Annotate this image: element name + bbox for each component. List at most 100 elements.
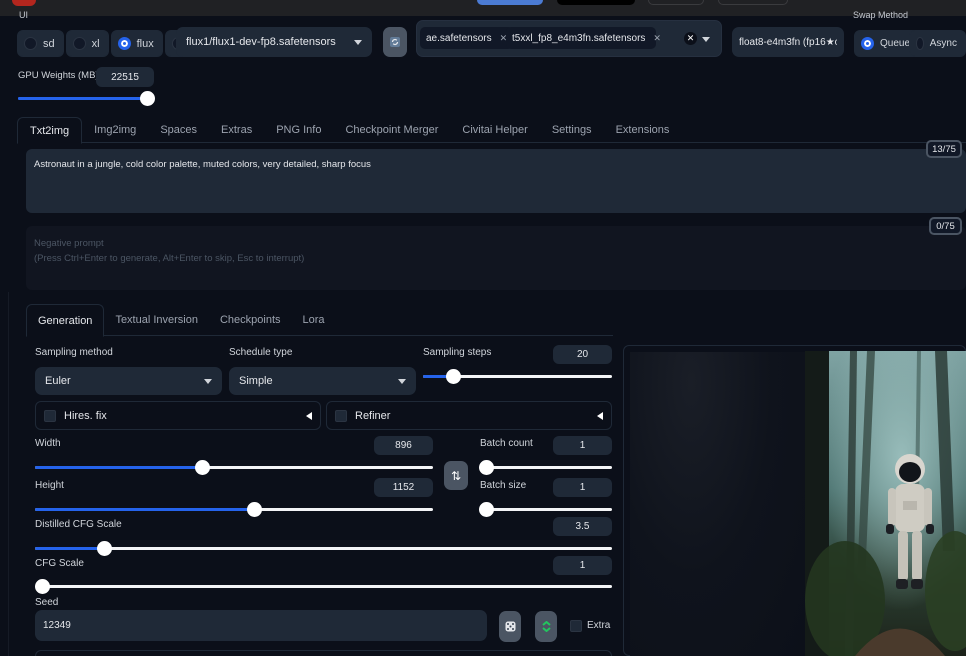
subtab-generation[interactable]: Generation <box>26 304 105 337</box>
schedule-type-label: Schedule type <box>229 347 293 358</box>
gpu-weights-value[interactable]: 22515 <box>96 67 154 87</box>
refresh-icon <box>390 37 400 47</box>
height-value[interactable]: 1152 <box>374 478 433 497</box>
refiner-checkbox[interactable] <box>335 409 347 422</box>
tab-checkpoint-merger[interactable]: Checkpoint Merger <box>333 117 450 143</box>
batch-size-slider[interactable] <box>479 502 612 517</box>
width-value[interactable]: 896 <box>374 436 433 455</box>
generated-image[interactable] <box>805 351 966 656</box>
hires-fix-accordion[interactable]: Hires. fix <box>35 401 321 430</box>
batch-size-value[interactable]: 1 <box>553 478 612 497</box>
slider-fill <box>35 547 105 550</box>
astronaut-jungle-image <box>805 351 966 656</box>
radio-dot <box>24 37 37 50</box>
gpu-weights-label: GPU Weights (MB) <box>18 70 99 81</box>
distilled-cfg-label: Distilled CFG Scale <box>35 519 122 530</box>
radio-dot-selected <box>861 37 874 50</box>
radio-dot <box>72 37 86 50</box>
slider-track <box>486 466 612 469</box>
gpu-weights-slider[interactable] <box>18 91 155 106</box>
subtab-checkpoints[interactable]: Checkpoints <box>209 304 292 336</box>
batch-size-label: Batch size <box>480 480 527 491</box>
collapse-arrow-icon <box>597 411 603 420</box>
app-logo <box>12 0 36 6</box>
chip-ae: ae.safetensors ✕ <box>420 27 514 49</box>
seed-label: Seed <box>35 597 59 608</box>
panel-divider <box>8 292 9 656</box>
sampling-method-label: Sampling method <box>35 347 113 358</box>
recycle-icon <box>541 621 551 632</box>
chip-label: ae.safetensors <box>426 32 492 44</box>
tab-spaces[interactable]: Spaces <box>148 117 209 143</box>
tab-extras[interactable]: Extras <box>209 117 264 143</box>
negative-prompt-placeholder: Negative prompt <box>34 238 104 249</box>
subtab-textual-inversion[interactable]: Textual Inversion <box>104 304 209 336</box>
top-button-primary[interactable] <box>477 0 543 5</box>
gallery-placeholder <box>630 352 805 656</box>
radio-xl[interactable]: xl <box>65 30 109 57</box>
reuse-seed-button[interactable] <box>535 611 557 642</box>
remove-chip-icon[interactable]: ✕ <box>653 33 661 44</box>
refiner-accordion[interactable]: Refiner <box>326 401 612 430</box>
slider-thumb[interactable] <box>195 460 211 475</box>
tab-extensions[interactable]: Extensions <box>604 117 682 143</box>
tab-txt2img[interactable]: Txt2img <box>17 117 83 144</box>
top-button-secondary[interactable] <box>557 0 635 5</box>
slider-thumb[interactable] <box>246 502 262 517</box>
negative-prompt-textarea[interactable]: Negative prompt (Press Ctrl+Enter to gen… <box>26 226 966 290</box>
chevron-down-icon <box>204 378 212 384</box>
batch-count-label: Batch count <box>480 438 533 449</box>
distilled-cfg-value[interactable]: 3.5 <box>553 517 612 536</box>
slider-thumb[interactable] <box>97 541 113 556</box>
subtab-lora[interactable]: Lora <box>292 304 336 336</box>
cfg-value[interactable]: 1 <box>553 556 612 575</box>
generation-subtabs: Generation Textual Inversion Checkpoints… <box>26 304 613 337</box>
height-slider[interactable] <box>35 502 433 517</box>
batch-count-value[interactable]: 1 <box>553 436 612 455</box>
checkpoint-dropdown[interactable]: flux1/flux1-dev-fp8.safetensors <box>176 27 372 57</box>
tab-img2img[interactable]: Img2img <box>82 117 148 143</box>
tab-settings[interactable]: Settings <box>540 117 604 143</box>
hires-fix-label: Hires. fix <box>64 409 107 422</box>
radio-async[interactable]: Async <box>909 30 966 57</box>
diffusion-dtype-dropdown[interactable]: float8-e4m3fn (fp16★oR <box>732 27 844 57</box>
slider-track <box>486 508 612 511</box>
prompt-textarea[interactable]: Astronaut in a jungle, cold color palett… <box>26 149 966 213</box>
swap-method-label: Swap Method <box>853 10 909 20</box>
tab-civitai-helper[interactable]: Civitai Helper <box>450 117 539 143</box>
random-seed-button[interactable] <box>499 611 521 642</box>
slider-thumb[interactable] <box>479 502 494 517</box>
sampling-steps-value[interactable]: 20 <box>553 345 612 364</box>
main-tabs: Txt2img Img2img Spaces Extras PNG Info C… <box>17 117 966 144</box>
checkpoint-value: flux1/flux1-dev-fp8.safetensors <box>186 36 336 48</box>
chevron-down-icon <box>398 378 406 384</box>
seed-input[interactable]: 12349 <box>35 610 487 641</box>
slider-thumb[interactable] <box>479 460 494 475</box>
radio-sd[interactable]: sd <box>17 30 64 57</box>
sampling-method-dropdown[interactable]: Euler <box>35 367 222 395</box>
cfg-slider[interactable] <box>35 579 612 594</box>
dice-icon <box>505 621 515 632</box>
tab-png-info[interactable]: PNG Info <box>264 117 333 143</box>
sampling-steps-slider[interactable] <box>423 369 612 384</box>
slider-thumb[interactable] <box>140 91 155 106</box>
schedule-type-dropdown[interactable]: Simple <box>229 367 416 395</box>
batch-count-slider[interactable] <box>479 460 612 475</box>
distilled-cfg-slider[interactable] <box>35 541 612 556</box>
slider-thumb[interactable] <box>35 579 50 594</box>
radio-flux[interactable]: flux <box>110 30 163 57</box>
sampling-method-value: Euler <box>45 375 71 387</box>
diffusion-dtype-value: float8-e4m3fn (fp16★oR <box>739 36 837 48</box>
slider-thumb[interactable] <box>446 369 462 384</box>
extra-checkbox[interactable] <box>570 620 582 632</box>
swap-dimensions-button[interactable]: ⇅ <box>444 461 468 490</box>
refresh-button[interactable] <box>383 27 407 57</box>
chip-t5xxl: t5xxl_fp8_e4m3fn.safetensors ✕ <box>506 27 661 49</box>
top-button-quaternary[interactable] <box>718 0 788 5</box>
width-slider[interactable] <box>35 460 433 475</box>
seed-value: 12349 <box>43 620 71 631</box>
chevron-down-icon[interactable] <box>702 37 710 42</box>
top-button-tertiary[interactable] <box>648 0 704 5</box>
hires-fix-checkbox[interactable] <box>44 409 56 422</box>
clear-all-icon[interactable]: ✕ <box>684 32 697 45</box>
